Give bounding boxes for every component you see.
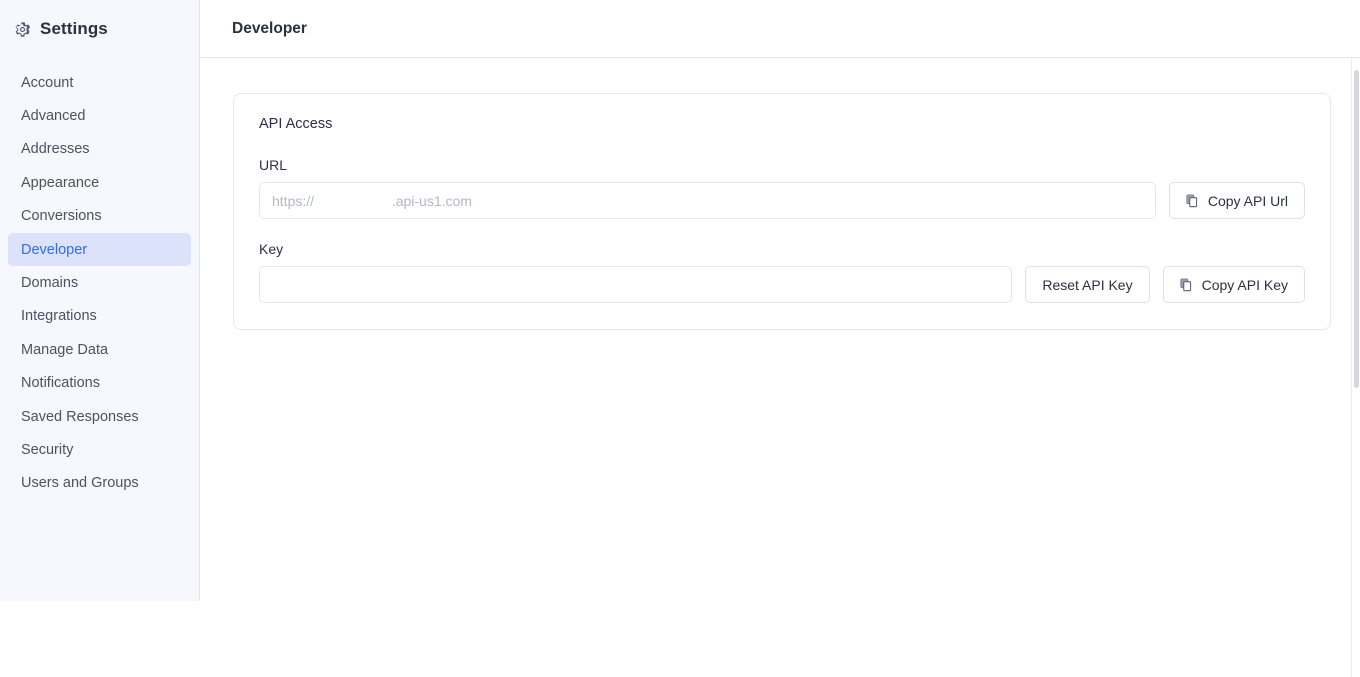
main-content: Developer API Access URL https:// .api-u… [200, 0, 1360, 677]
reset-api-key-button[interactable]: Reset API Key [1025, 266, 1150, 303]
sidebar-item-label: Account [21, 74, 74, 91]
sidebar-item-label: Addresses [21, 141, 90, 158]
sidebar-item-security[interactable]: Security [8, 433, 191, 466]
sidebar-item-label: Security [21, 441, 74, 458]
sidebar-item-domains[interactable]: Domains [8, 266, 191, 299]
page-title: Developer [232, 19, 307, 37]
sidebar-item-saved-responses[interactable]: Saved Responses [8, 400, 191, 433]
sidebar-item-users-and-groups[interactable]: Users and Groups [8, 467, 191, 500]
sidebar-item-integrations[interactable]: Integrations [8, 300, 191, 333]
copy-api-key-label: Copy API Key [1201, 276, 1288, 293]
copy-api-key-button[interactable]: Copy API Key [1162, 266, 1305, 303]
scrollbar-thumb[interactable] [1354, 70, 1359, 388]
sidebar: Settings Account Advanced Addresses Appe… [0, 0, 200, 601]
sidebar-item-developer[interactable]: Developer [8, 232, 191, 267]
vertical-scrollbar[interactable] [1351, 58, 1360, 677]
sidebar-item-account[interactable]: Account [8, 66, 191, 99]
sidebar-item-label: Advanced [21, 108, 86, 125]
sidebar-item-conversions[interactable]: Conversions [8, 200, 191, 233]
sidebar-title: Settings [40, 19, 108, 38]
main-header: Developer [200, 0, 1360, 58]
copy-icon [1186, 193, 1199, 208]
sidebar-item-addresses[interactable]: Addresses [8, 133, 191, 166]
main-body: API Access URL Copy API Url [200, 58, 1360, 330]
settings-page: Settings Account Advanced Addresses Appe… [0, 0, 1360, 677]
sidebar-item-label: Manage Data [21, 341, 109, 358]
copy-icon [1179, 277, 1193, 292]
api-key-input[interactable] [259, 266, 1013, 303]
sidebar-item-label: Notifications [21, 375, 100, 392]
copy-api-url-button[interactable]: Copy API Url [1168, 182, 1305, 219]
api-url-input[interactable] [259, 182, 1156, 219]
sidebar-item-notifications[interactable]: Notifications [8, 367, 191, 400]
sidebar-item-label: Developer [21, 241, 88, 258]
sidebar-item-label: Saved Responses [21, 408, 139, 425]
sidebar-item-appearance[interactable]: Appearance [8, 166, 191, 199]
sidebar-item-label: Appearance [21, 174, 100, 191]
copy-api-url-label: Copy API Url [1207, 192, 1288, 209]
sidebar-item-advanced[interactable]: Advanced [8, 99, 191, 132]
sidebar-item-label: Domains [21, 275, 79, 292]
sidebar-item-label: Conversions [21, 208, 102, 225]
key-field-row: Reset API Key Copy API Key [259, 266, 1305, 303]
key-field-label: Key [259, 241, 284, 257]
sidebar-item-label: Users and Groups [21, 475, 139, 492]
url-field-label: URL [259, 157, 288, 173]
sidebar-item-label: Integrations [21, 308, 97, 325]
api-access-card: API Access URL Copy API Url [233, 93, 1331, 330]
sidebar-header: Settings [0, 0, 199, 58]
card-title: API Access [259, 116, 333, 132]
sidebar-nav: Account Advanced Addresses Appearance Co… [0, 58, 199, 500]
sidebar-item-manage-data[interactable]: Manage Data [8, 333, 191, 366]
url-field-row: Copy API Url [259, 182, 1305, 219]
reset-api-key-label: Reset API Key [1042, 276, 1133, 293]
gear-icon [14, 21, 31, 38]
